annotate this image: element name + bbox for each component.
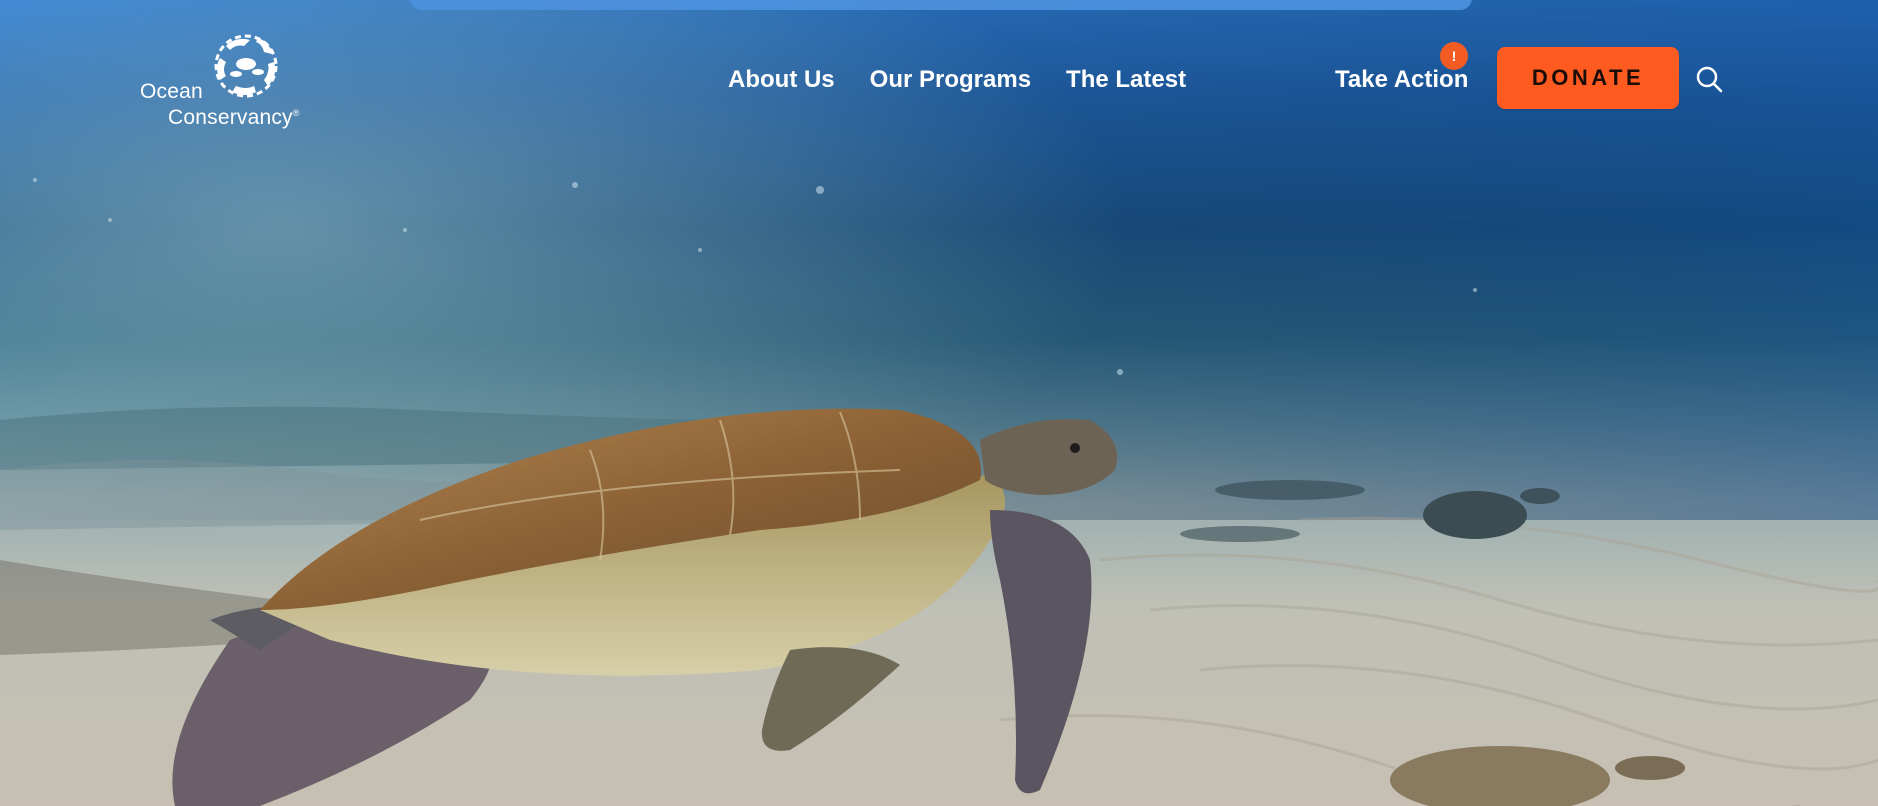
nav-the-latest[interactable]: The Latest bbox=[1066, 66, 1186, 94]
fish-circle-logo-icon bbox=[214, 34, 278, 98]
ocean-conservancy-logo[interactable]: Ocean Conservancy® bbox=[138, 26, 318, 136]
logo-text-ocean: Ocean bbox=[140, 80, 203, 103]
donate-button[interactable]: DONATE bbox=[1497, 47, 1679, 109]
registered-mark: ® bbox=[292, 108, 300, 118]
logo-text-conservancy-label: Conservancy bbox=[168, 106, 293, 129]
announcement-banner[interactable] bbox=[410, 0, 1472, 10]
nav-take-action[interactable]: Take Action bbox=[1335, 66, 1468, 94]
main-navigation: About Us Our Programs The Latest bbox=[728, 66, 1186, 94]
search-icon bbox=[1696, 66, 1723, 93]
nav-our-programs[interactable]: Our Programs bbox=[870, 66, 1031, 94]
hero-section: Ocean Conservancy® About Us Our Programs… bbox=[0, 0, 1878, 806]
take-action-alert-badge: ! bbox=[1440, 42, 1468, 70]
nav-about-us[interactable]: About Us bbox=[728, 66, 835, 94]
logo-text-conservancy: Conservancy® bbox=[168, 106, 300, 130]
search-button[interactable] bbox=[1694, 64, 1724, 94]
